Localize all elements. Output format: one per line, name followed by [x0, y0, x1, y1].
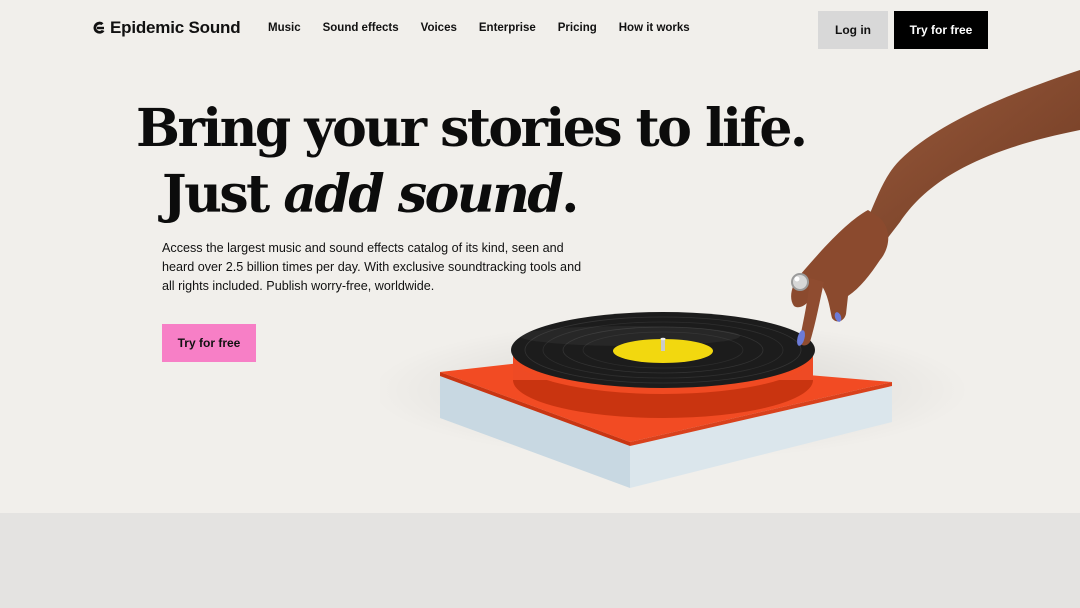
- site-header: Epidemic Sound Music Sound effects Voice…: [0, 0, 1080, 60]
- nav-item-pricing[interactable]: Pricing: [558, 22, 597, 34]
- main-nav: Music Sound effects Voices Enterprise Pr…: [268, 22, 690, 34]
- header-try-free-button[interactable]: Try for free: [894, 11, 988, 49]
- hero-try-free-button[interactable]: Try for free: [162, 324, 256, 362]
- turntable-illustration: [380, 70, 1080, 488]
- arm: [850, 70, 1080, 248]
- landing-page: Epidemic Sound Music Sound effects Voice…: [0, 0, 1080, 608]
- spindle-top: [660, 337, 666, 341]
- nav-item-how-it-works[interactable]: How it works: [619, 22, 690, 34]
- hand: [791, 210, 889, 322]
- brand-name: Epidemic Sound: [110, 18, 241, 37]
- record-spindle: [661, 339, 665, 351]
- ring-highlight: [794, 276, 800, 282]
- nav-item-sound-effects[interactable]: Sound effects: [323, 22, 399, 34]
- headline-line-2-plain: Just: [162, 164, 284, 225]
- login-button[interactable]: Log in: [818, 11, 888, 49]
- next-section-band: [0, 513, 1080, 608]
- nav-item-enterprise[interactable]: Enterprise: [479, 22, 536, 34]
- nav-item-music[interactable]: Music: [268, 22, 301, 34]
- silver-ring: [791, 273, 809, 291]
- epidemic-logo-icon: [93, 21, 105, 34]
- nav-item-voices[interactable]: Voices: [421, 22, 457, 34]
- brand-logo[interactable]: Epidemic Sound: [92, 18, 241, 38]
